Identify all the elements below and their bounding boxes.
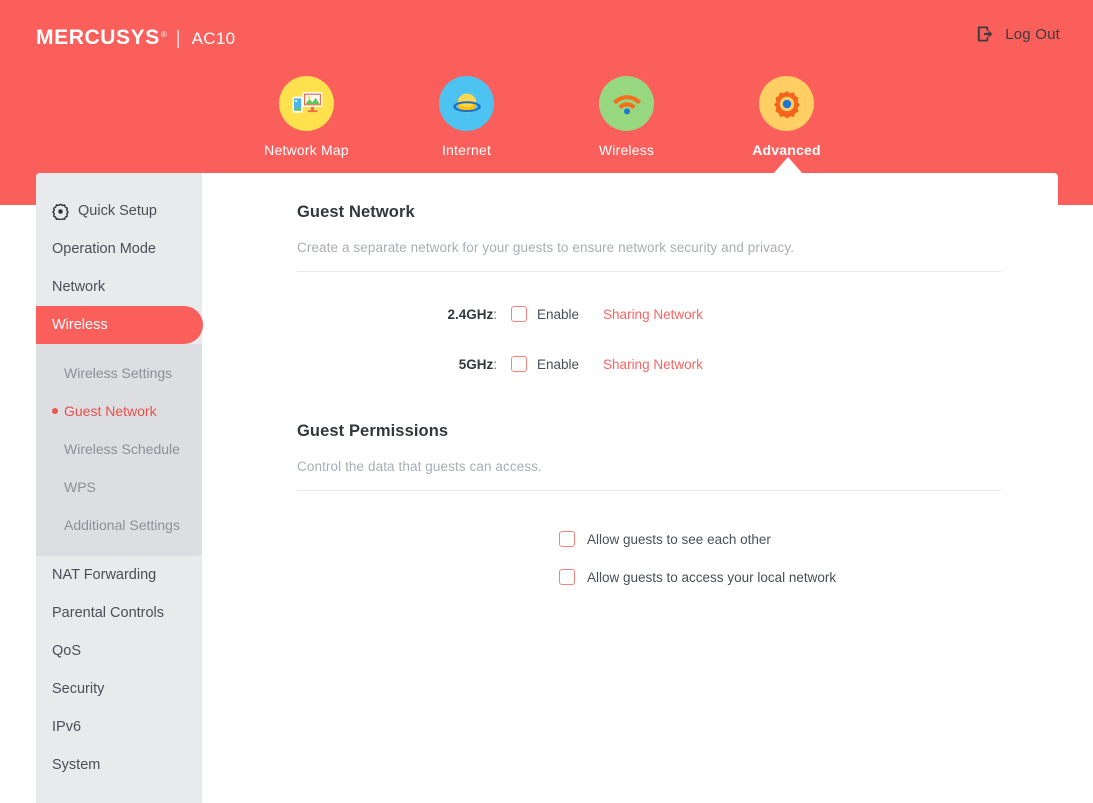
nav-label-wireless: Wireless: [598, 142, 655, 158]
sidebar-label-qos: QoS: [52, 643, 82, 659]
guest-network-title: Guest Network: [297, 203, 415, 221]
permission-checkbox-see-each-other[interactable]: [559, 531, 575, 547]
sidebar-label-security: Security: [52, 681, 105, 697]
device-model: AC10: [191, 29, 236, 48]
nav-label-advanced: Advanced: [752, 142, 821, 158]
active-tab-pointer: [773, 157, 803, 174]
permission-label-access-local-network: Allow guests to access your local networ…: [587, 569, 837, 585]
guest-network-row-5ghz: 5GHz: Enable Sharing Network: [297, 356, 1001, 372]
gear-icon: [759, 76, 814, 131]
submenu-item-wps[interactable]: WPS: [36, 468, 202, 506]
guest-permissions-section: Guest Permissions Control the data that …: [297, 422, 1001, 585]
sharing-network-link-5ghz[interactable]: Sharing Network: [603, 357, 703, 372]
guest-permissions-title: Guest Permissions: [297, 422, 449, 440]
sidebar-label-network: Network: [52, 279, 106, 295]
sidebar-item-qos[interactable]: QoS: [36, 632, 203, 670]
guest-permissions-description: Control the data that guests can access.: [297, 459, 1001, 491]
permission-checkbox-access-local-network[interactable]: [559, 569, 575, 585]
main-content: Guest Network Create a separate network …: [202, 173, 1058, 803]
submenu-label-wireless-settings: Wireless Settings: [64, 365, 173, 381]
band-label-24ghz: 2.4GHz:: [447, 306, 497, 322]
sidebar-submenu-wireless: Wireless Settings Guest Network Wireless…: [36, 344, 202, 556]
permission-row-access-local-network: Allow guests to access your local networ…: [297, 569, 1001, 585]
sidebar-item-security[interactable]: Security: [36, 670, 203, 708]
sidebar-item-nat-forwarding[interactable]: NAT Forwarding: [36, 556, 203, 594]
main-navigation: Network Map Internet Wireless Advanced: [0, 76, 1093, 158]
content-panel: Quick Setup Operation Mode Network Wirel…: [36, 173, 1058, 803]
band-label-5ghz: 5GHz:: [458, 356, 497, 372]
submenu-label-wps: WPS: [64, 479, 96, 495]
sidebar-label-operation-mode: Operation Mode: [52, 241, 156, 257]
brand-registered-mark: ®: [160, 30, 167, 39]
sidebar-label-ipv6: IPv6: [52, 719, 82, 735]
sidebar-item-network[interactable]: Network: [36, 268, 203, 306]
sidebar-label-system: System: [52, 757, 101, 773]
submenu-label-wireless-schedule: Wireless Schedule: [64, 441, 180, 457]
submenu-label-guest-network: Guest Network: [64, 403, 157, 419]
brand-separator: |: [175, 28, 181, 49]
sidebar-item-quick-setup[interactable]: Quick Setup: [36, 192, 203, 230]
submenu-item-additional-settings[interactable]: Additional Settings: [36, 506, 202, 544]
nav-item-wireless[interactable]: Wireless: [547, 76, 707, 158]
guest-network-row-24ghz: 2.4GHz: Enable Sharing Network: [297, 306, 1001, 322]
enable-label-5ghz: Enable: [537, 356, 580, 372]
enable-label-24ghz: Enable: [537, 306, 580, 322]
wifi-icon: [599, 76, 654, 131]
nav-item-network-map[interactable]: Network Map: [227, 76, 387, 158]
brand-logo: MERCUSYS ® | AC10: [36, 26, 235, 50]
nav-label-network-map: Network Map: [264, 142, 349, 158]
enable-checkbox-5ghz[interactable]: [511, 356, 527, 372]
sidebar-label-wireless: Wireless: [52, 317, 108, 333]
sidebar-label-parental-controls: Parental Controls: [52, 605, 165, 621]
guest-network-section: Guest Network Create a separate network …: [297, 203, 1001, 372]
sidebar-item-operation-mode[interactable]: Operation Mode: [36, 230, 203, 268]
logout-label: Log Out: [1005, 25, 1060, 43]
nav-item-advanced[interactable]: Advanced: [707, 76, 867, 158]
permission-row-see-each-other: Allow guests to see each other: [297, 531, 1001, 547]
sidebar: Quick Setup Operation Mode Network Wirel…: [36, 173, 203, 803]
gear-icon: [52, 203, 69, 220]
sharing-network-link-24ghz[interactable]: Sharing Network: [603, 307, 703, 322]
network-map-icon: [279, 76, 334, 131]
submenu-item-wireless-settings[interactable]: Wireless Settings: [36, 354, 202, 392]
sidebar-item-wireless[interactable]: Wireless: [36, 306, 203, 344]
permission-label-see-each-other: Allow guests to see each other: [587, 531, 771, 547]
current-item-dot-icon: [52, 408, 58, 414]
enable-checkbox-24ghz[interactable]: [511, 306, 527, 322]
router-admin-page: MERCUSYS ® | AC10 Log Out Network Map In…: [0, 0, 1093, 803]
guest-permissions-options: Allow guests to see each other Allow gue…: [297, 531, 1001, 585]
globe-icon: [439, 76, 494, 131]
sidebar-label-nat-forwarding: NAT Forwarding: [52, 567, 157, 583]
submenu-label-additional-settings: Additional Settings: [64, 517, 180, 533]
nav-item-internet[interactable]: Internet: [387, 76, 547, 158]
sidebar-label-quick-setup: Quick Setup: [78, 203, 157, 219]
sidebar-item-parental-controls[interactable]: Parental Controls: [36, 594, 203, 632]
guest-network-description: Create a separate network for your guest…: [297, 240, 1001, 272]
submenu-item-wireless-schedule[interactable]: Wireless Schedule: [36, 430, 202, 468]
sidebar-item-system[interactable]: System: [36, 746, 203, 784]
nav-label-internet: Internet: [441, 142, 492, 158]
brand-name: MERCUSYS: [36, 26, 160, 49]
sidebar-item-ipv6[interactable]: IPv6: [36, 708, 203, 746]
submenu-item-guest-network[interactable]: Guest Network: [36, 392, 202, 430]
logout-arrow-icon: [976, 24, 996, 44]
logout-button[interactable]: Log Out: [976, 24, 1060, 44]
